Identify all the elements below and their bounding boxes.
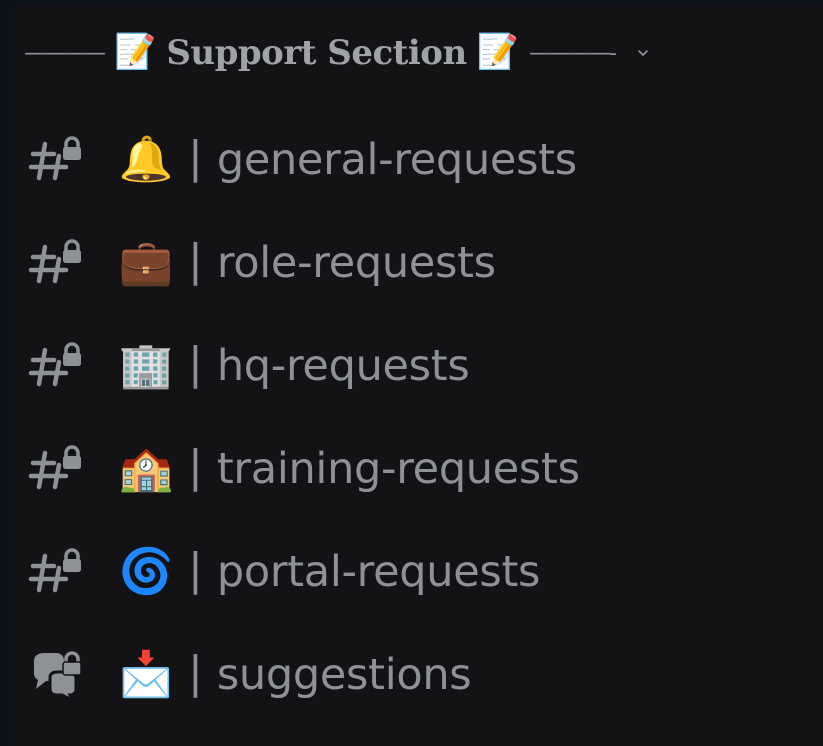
channel-separator: |	[188, 544, 203, 595]
cyclone-emoji-icon: 🌀	[118, 546, 174, 596]
channel-item-general-requests[interactable]: 🔔 | general-requests	[26, 108, 806, 211]
channel-item-hq-requests[interactable]: 🏢 | hq-requests	[26, 314, 806, 417]
category-dashes-right: ————-	[529, 40, 617, 66]
bell-emoji-icon: 🔔	[118, 134, 174, 184]
locked-text-channel-icon	[26, 439, 86, 499]
memo-emoji-icon: 📝	[114, 34, 157, 71]
school-emoji-icon: 🏫	[118, 443, 174, 493]
channel-name: hq-requests	[216, 340, 470, 391]
channel-item-training-requests[interactable]: 🏫 | training-requests	[26, 417, 806, 520]
channel-item-role-requests[interactable]: 💼 | role-requests	[26, 211, 806, 314]
category-dashes-left: ————	[24, 40, 106, 66]
category-title: Support Section	[166, 33, 467, 73]
channel-item-portal-requests[interactable]: 🌀 | portal-requests	[26, 520, 806, 623]
channel-name: general-requests	[216, 134, 577, 185]
channel-separator: |	[188, 338, 203, 389]
locked-text-channel-icon	[26, 336, 86, 396]
channel-separator: |	[188, 235, 203, 286]
channel-separator: |	[188, 132, 203, 183]
locked-text-channel-icon	[26, 130, 86, 190]
channel-name: training-requests	[216, 443, 580, 494]
category-header-support-section[interactable]: ———— 📝 Support Section 📝 ————-	[24, 30, 649, 76]
channel-separator: |	[188, 647, 203, 698]
briefcase-emoji-icon: 💼	[118, 237, 174, 287]
channel-list: 🔔 | general-requests 💼 | role-requests 🏢…	[26, 108, 806, 726]
channel-name: role-requests	[216, 237, 496, 288]
channel-separator: |	[188, 441, 203, 492]
office-building-emoji-icon: 🏢	[118, 340, 174, 390]
locked-forum-channel-icon	[26, 645, 86, 705]
channel-item-suggestions[interactable]: 📩 | suggestions	[26, 623, 806, 726]
channel-name: suggestions	[216, 649, 472, 700]
channel-name: portal-requests	[216, 546, 541, 597]
memo-emoji-icon: 📝	[476, 34, 520, 71]
locked-text-channel-icon	[26, 542, 86, 602]
locked-text-channel-icon	[26, 233, 86, 293]
chevron-down-icon[interactable]	[637, 47, 649, 59]
envelope-with-arrow-emoji-icon: 📩	[118, 649, 174, 699]
